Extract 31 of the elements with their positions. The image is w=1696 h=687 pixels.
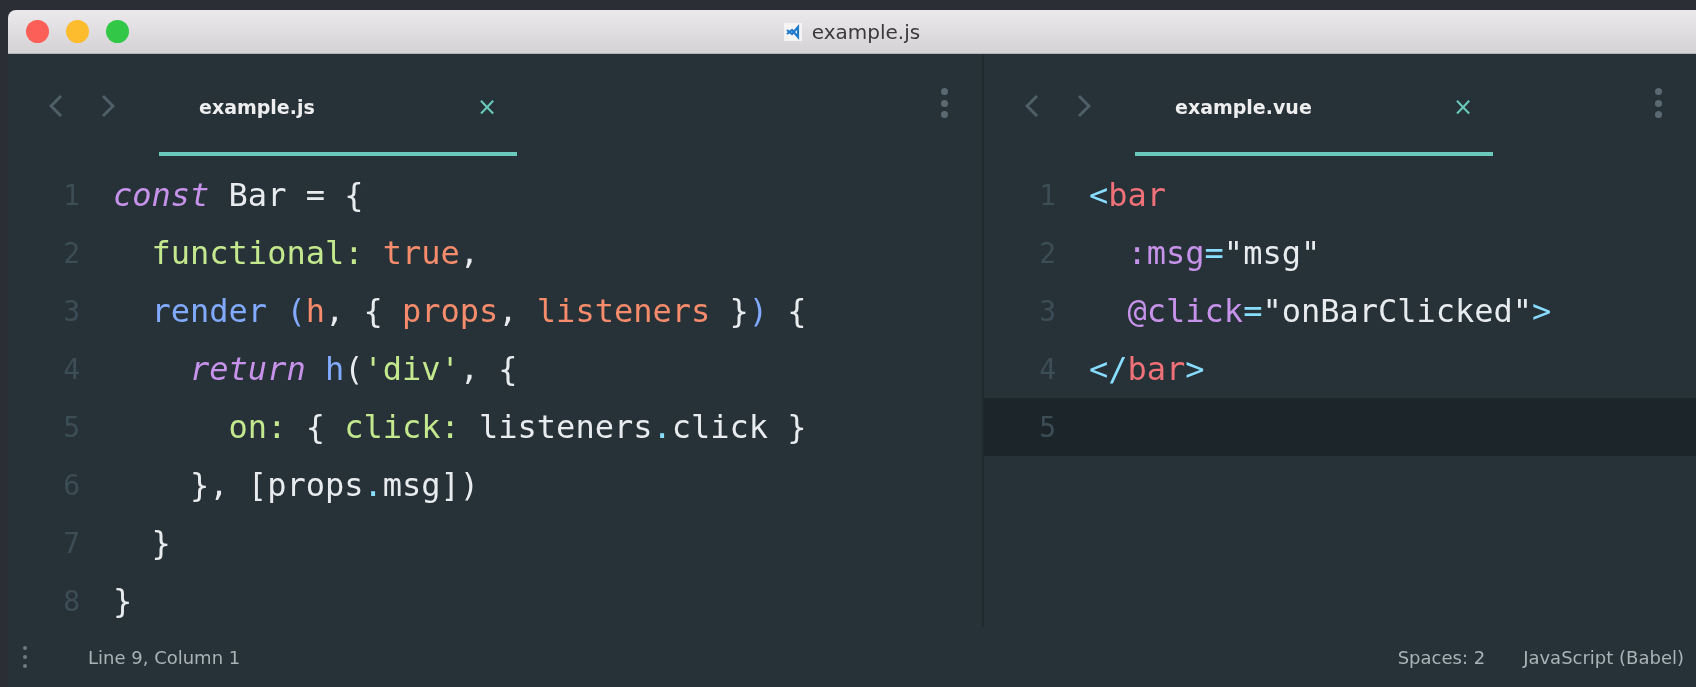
chevron-left-icon <box>1025 94 1039 118</box>
more-options-button[interactable] <box>940 88 948 118</box>
chevron-right-icon <box>1077 94 1091 118</box>
file-tab[interactable]: example.js × <box>159 56 517 156</box>
chevron-right-icon <box>101 94 115 118</box>
code-line: } <box>113 582 133 620</box>
indentation-setting[interactable]: Spaces: 2 <box>1397 646 1486 668</box>
zoom-window-button[interactable] <box>106 20 129 43</box>
code-line: @click="onBarClicked"> <box>1126 292 1552 330</box>
file-icon <box>783 22 802 41</box>
more-options-button[interactable] <box>1654 88 1662 118</box>
syntax-setting[interactable]: JavaScript (Babel) <box>1523 646 1684 668</box>
code-line: } <box>150 524 171 562</box>
code-line: :msg="msg" <box>1126 234 1321 272</box>
window-title: example.js <box>811 19 921 44</box>
cursor-position: Line 9, Column 1 <box>88 646 241 668</box>
chevron-left-icon <box>49 94 63 118</box>
code-line: on: { click: listeners.click } <box>227 408 807 446</box>
code-line: const Bar = { <box>113 176 364 214</box>
minimize-window-button[interactable] <box>66 20 89 43</box>
file-tab[interactable]: example.vue × <box>1135 56 1493 156</box>
close-tab-icon[interactable]: × <box>476 93 497 121</box>
code-line: </bar> <box>1089 350 1205 388</box>
code-line: return h('div', { <box>189 350 518 388</box>
code-line: }, [props.msg]) <box>189 466 480 504</box>
code-line: render (h, { props, listeners }) { <box>150 292 807 330</box>
close-tab-icon[interactable]: × <box>1452 93 1473 121</box>
status-menu-button[interactable] <box>22 646 28 668</box>
code-line: functional: true, <box>150 234 480 272</box>
close-window-button[interactable] <box>26 20 49 43</box>
code-line: <bar <box>1089 176 1167 214</box>
